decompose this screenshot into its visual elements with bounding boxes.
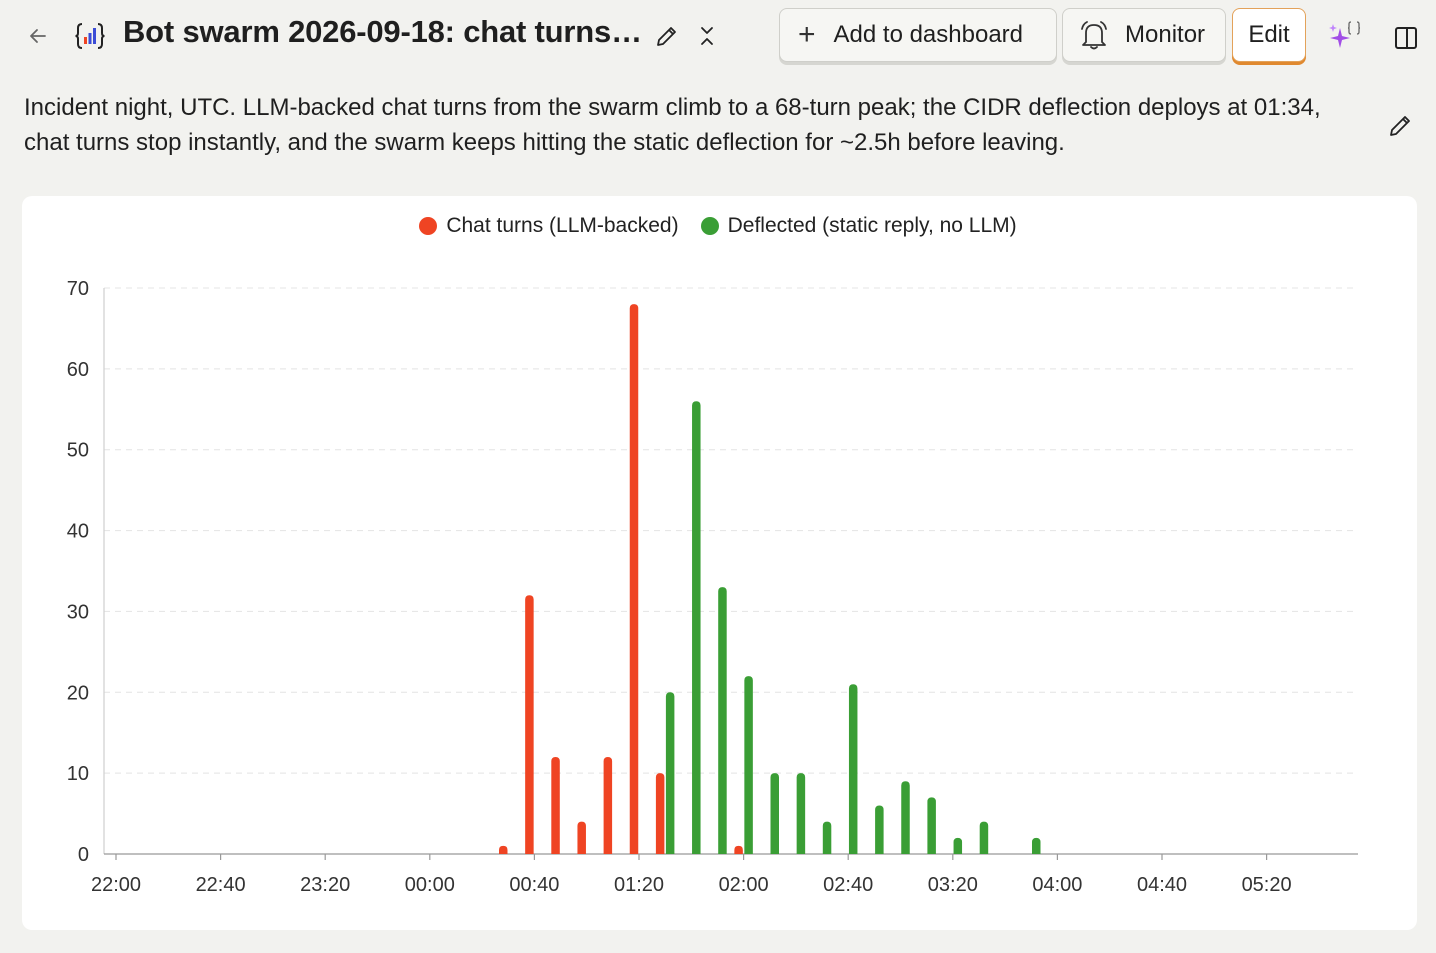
bar-chat-turns[interactable] xyxy=(551,756,560,854)
bar-deflected[interactable] xyxy=(692,401,701,854)
y-tick-label: 50 xyxy=(67,440,89,462)
bar-deflected[interactable] xyxy=(848,684,858,854)
bar-chat-turns[interactable] xyxy=(577,821,586,854)
bar-deflected[interactable] xyxy=(822,821,832,854)
bar-deflected[interactable] xyxy=(770,773,780,854)
bar-deflected[interactable] xyxy=(1032,837,1041,854)
x-tick-label: 01:20 xyxy=(614,874,664,896)
bar-chat-turns[interactable] xyxy=(734,845,743,854)
x-tick-label: 02:40 xyxy=(823,874,873,896)
y-tick-label: 30 xyxy=(67,601,89,623)
x-tick-label: 04:40 xyxy=(1137,874,1187,896)
bar-deflected[interactable] xyxy=(744,676,753,854)
y-tick-label: 10 xyxy=(67,763,89,785)
bar-deflected[interactable] xyxy=(665,692,675,854)
y-tick-label: 0 xyxy=(78,844,89,866)
y-tick-label: 60 xyxy=(67,359,89,381)
bar-deflected[interactable] xyxy=(718,587,727,854)
x-tick-label: 05:20 xyxy=(1242,874,1292,896)
x-tick-label: 04:00 xyxy=(1032,874,1082,896)
bar-deflected[interactable] xyxy=(796,773,806,854)
x-tick-label: 00:00 xyxy=(405,874,455,896)
x-tick-label: 22:40 xyxy=(196,874,246,896)
bar-chat-turns[interactable] xyxy=(629,304,639,855)
x-tick-label: 00:40 xyxy=(509,874,559,896)
bar-chat-turns[interactable] xyxy=(499,845,508,854)
bar-chat-turns[interactable] xyxy=(525,595,534,854)
bar-deflected[interactable] xyxy=(927,797,936,854)
y-tick-label: 70 xyxy=(67,278,89,300)
y-tick-label: 40 xyxy=(67,521,89,543)
x-tick-label: 02:00 xyxy=(719,874,769,896)
bar-deflected[interactable] xyxy=(979,821,989,854)
bar-deflected[interactable] xyxy=(901,781,910,854)
bar-chat-turns[interactable] xyxy=(603,756,613,854)
y-tick-label: 20 xyxy=(67,682,89,704)
bar-deflected[interactable] xyxy=(953,837,963,854)
x-tick-label: 03:20 xyxy=(928,874,978,896)
bar-chart: 0 10 20 30 40 50 60 70 22:00 22:40 23:20 00:00 00:40… xyxy=(67,278,1358,896)
x-tick-label: 22:00 xyxy=(91,874,141,896)
bar-deflected[interactable] xyxy=(875,805,884,854)
bar-chat-turns[interactable] xyxy=(655,773,665,854)
x-tick-label: 23:20 xyxy=(300,874,350,896)
